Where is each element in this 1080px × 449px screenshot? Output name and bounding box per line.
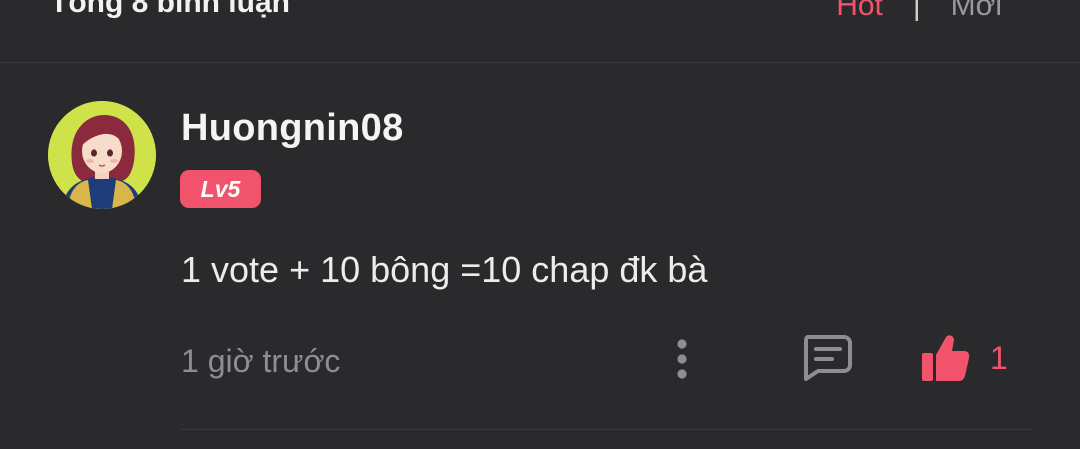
comment-item: Huongnin08 Lv5 1 vote + 10 bông =10 chap… xyxy=(0,63,1080,449)
thumbs-up-icon xyxy=(922,335,970,381)
sort-hot-tab[interactable]: Hot xyxy=(836,0,883,23)
level-badge: Lv5 xyxy=(180,170,261,208)
like-button[interactable]: 1 xyxy=(918,331,1008,385)
comment-icon xyxy=(804,335,852,381)
more-options-button[interactable] xyxy=(662,336,702,382)
comment-text: 1 vote + 10 bông =10 chap đk bà xyxy=(181,249,708,290)
comment-timestamp: 1 giờ trước xyxy=(181,343,341,379)
comments-page: Tổng 8 bình luận Hot | Mới Huongnin08 Lv… xyxy=(0,0,1080,449)
comment-divider xyxy=(181,429,1032,430)
reply-button[interactable] xyxy=(798,333,854,383)
avatar[interactable] xyxy=(48,101,156,209)
like-count: 1 xyxy=(990,339,1008,376)
more-vertical-icon xyxy=(677,339,687,379)
sort-tabs: Hot | Mới xyxy=(836,0,1002,26)
sort-separator: | xyxy=(912,0,921,22)
comments-header: Tổng 8 bình luận Hot | Mới xyxy=(0,0,1080,63)
comments-total-title: Tổng 8 bình luận xyxy=(50,0,290,19)
sort-new-tab[interactable]: Mới xyxy=(951,0,1002,23)
avatar-illustration xyxy=(48,101,156,209)
comment-username[interactable]: Huongnin08 xyxy=(181,107,404,150)
